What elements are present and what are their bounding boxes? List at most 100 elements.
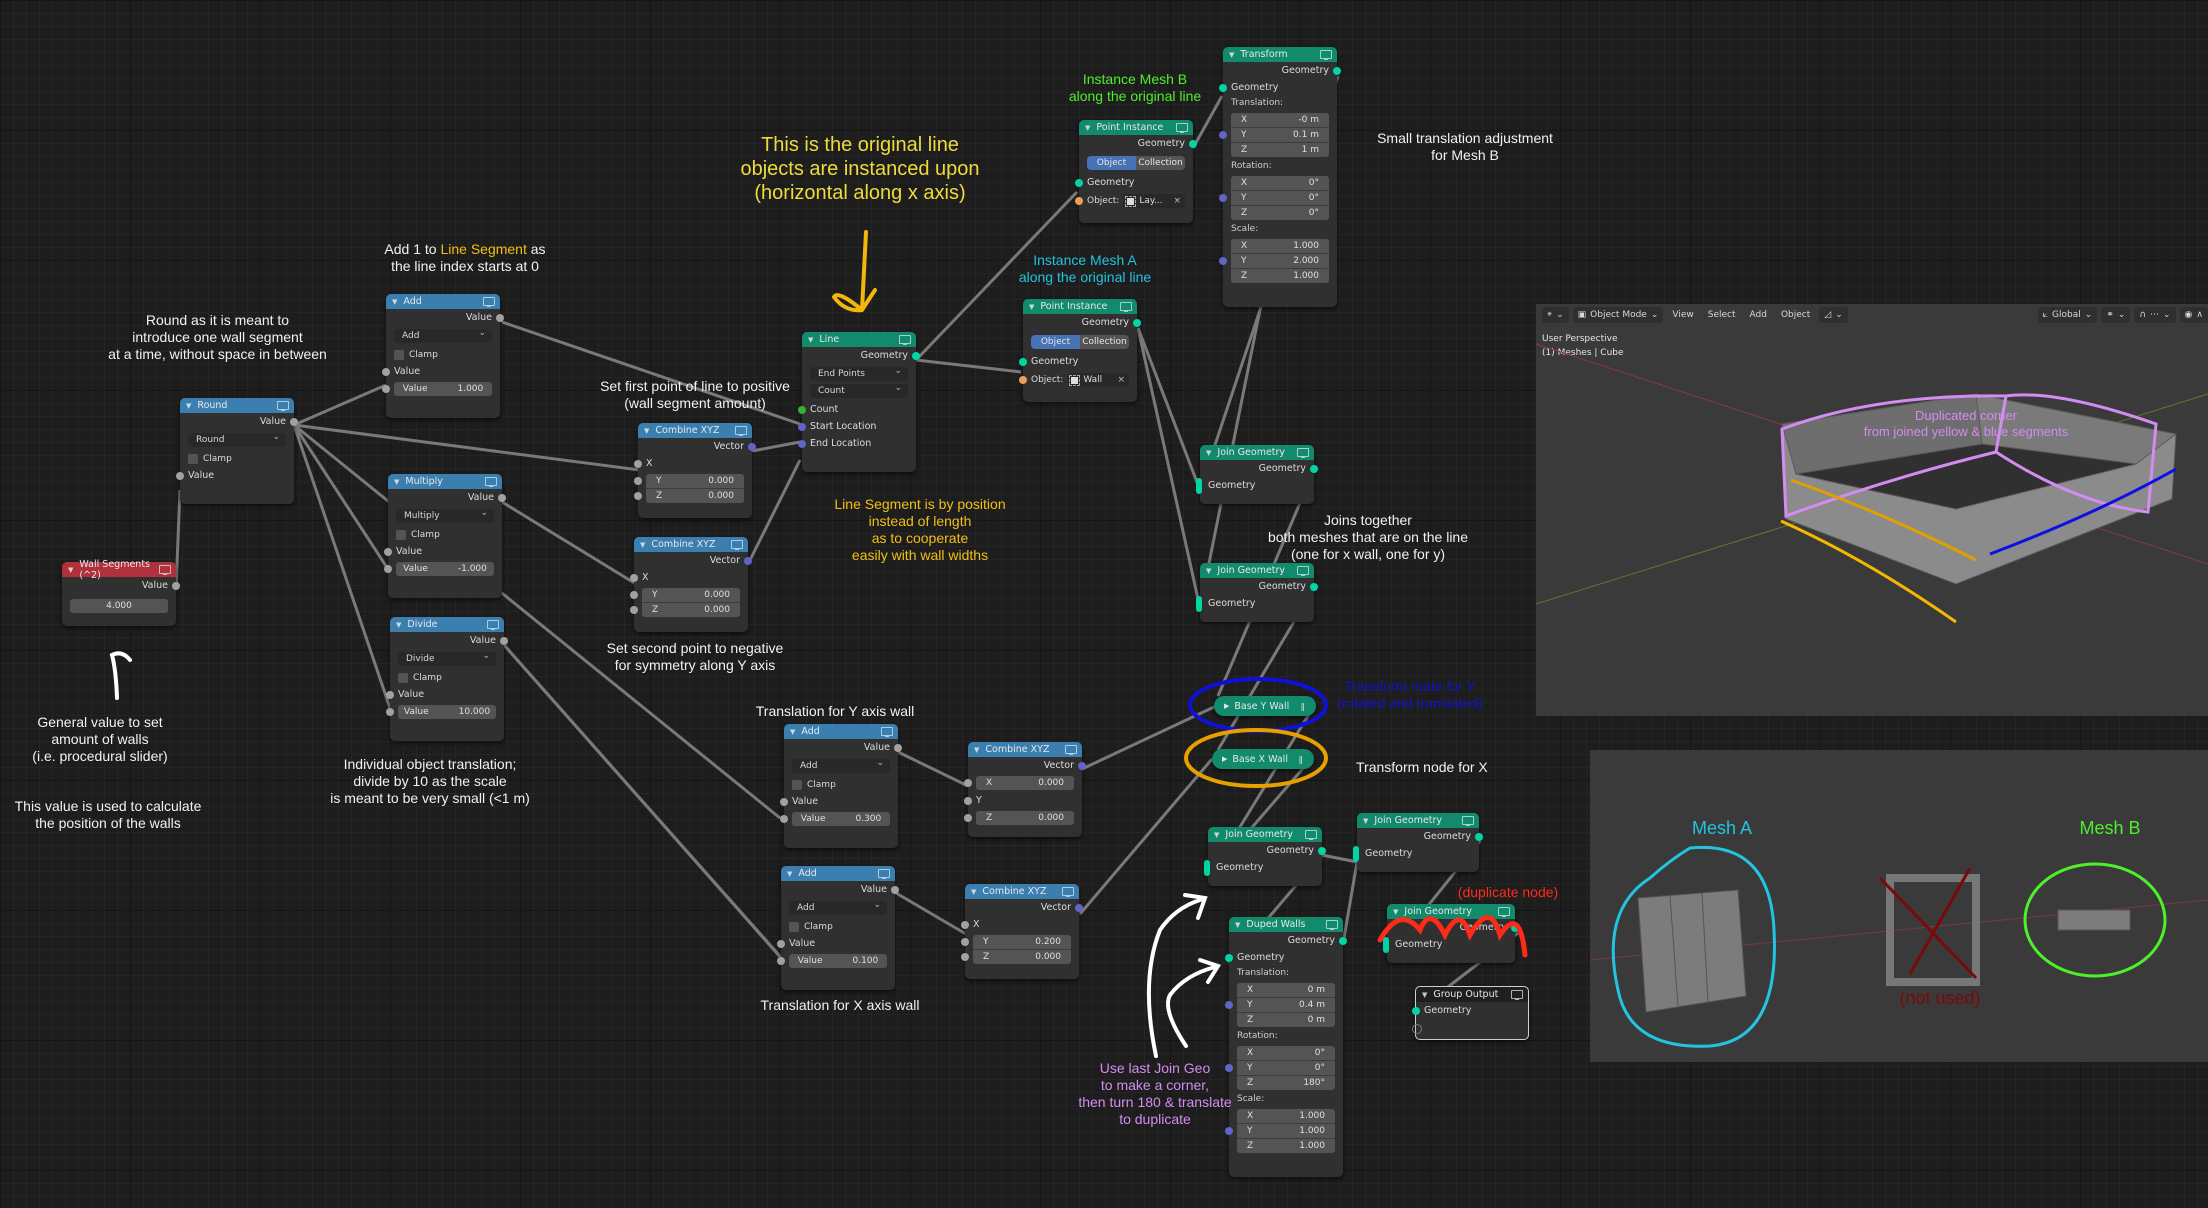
monitor-icon[interactable]	[735, 426, 747, 436]
object-tab[interactable]: Object	[1031, 335, 1080, 349]
collapse-triangle-icon[interactable]: ▼	[1422, 991, 1427, 999]
geometry-input-socket[interactable]	[1225, 953, 1233, 962]
viewport-3d-scene[interactable]: ⌖ ⌄ ▣ Object Mode ⌄ View Select Add Object …	[1536, 304, 2208, 716]
viewport-3d-meshes[interactable]: Mesh A Mesh B (not used)	[1590, 750, 2208, 1062]
monitor-icon[interactable]	[1498, 907, 1510, 917]
x-input-socket[interactable]	[964, 779, 972, 787]
clear-icon[interactable]: ×	[1173, 196, 1181, 206]
monitor-icon[interactable]	[1297, 566, 1309, 576]
y-input-socket[interactable]	[630, 591, 638, 599]
clamp-checkbox[interactable]: Clamp	[388, 526, 502, 543]
node-header[interactable]: ▼ Combine XYZ	[634, 537, 748, 552]
geometry-multi-input-socket[interactable]	[1353, 845, 1359, 862]
monitor-icon[interactable]	[1297, 448, 1309, 458]
operation-dropdown[interactable]: Round	[188, 432, 286, 447]
y-input-socket[interactable]	[961, 938, 969, 946]
x-input-socket[interactable]	[961, 920, 969, 929]
rotation-z[interactable]: Z 0°	[1231, 206, 1329, 220]
node-header[interactable]: ▼ Divide	[390, 617, 504, 632]
y-field[interactable]: Y 0.000	[634, 474, 744, 489]
monitor-icon[interactable]	[1320, 50, 1332, 60]
monitor-icon[interactable]	[1462, 816, 1474, 826]
clamp-checkbox[interactable]: Clamp	[784, 776, 898, 793]
value-input-socket[interactable]	[386, 708, 394, 716]
monitor-icon[interactable]	[485, 477, 497, 487]
rotation-y[interactable]: Y 0°	[1237, 1061, 1335, 1076]
value-output-socket[interactable]	[496, 313, 504, 322]
scale-fields[interactable]: X 1.000 Y 2.000 Z 1.000	[1219, 239, 1337, 283]
node-header[interactable]: ▼ Combine XYZ	[968, 742, 1082, 757]
node-add-y-translation[interactable]: ▼Add Value Add Clamp Value Value0.300	[780, 724, 902, 848]
clamp-checkbox[interactable]: Clamp	[386, 346, 500, 363]
value-field[interactable]: Value 0.100	[777, 954, 887, 968]
geometry-multi-input-socket[interactable]	[1204, 859, 1210, 876]
node-wall-segments[interactable]: ▼ Wall Segments (^2) Value 4.000	[62, 559, 180, 626]
geometry-multi-input-socket[interactable]	[1196, 477, 1202, 494]
x-input-socket[interactable]	[630, 573, 638, 582]
collection-tab[interactable]: Collection	[1080, 335, 1129, 349]
x-input-socket[interactable]	[634, 459, 642, 468]
scale-fields[interactable]: X 1.000 Y 1.000 Z 1.000	[1225, 1109, 1343, 1153]
collapse-triangle-icon[interactable]: ▼	[1393, 908, 1398, 916]
translation-input-socket[interactable]	[1219, 131, 1227, 139]
monitor-icon[interactable]	[1326, 920, 1338, 930]
collapse-triangle-icon[interactable]: ▼	[1206, 449, 1211, 457]
clamp-checkbox[interactable]: Clamp	[180, 450, 294, 467]
collapse-triangle-icon[interactable]: ▼	[396, 621, 401, 629]
monitor-icon[interactable]	[159, 565, 171, 575]
collapse-triangle-icon[interactable]: ▼	[1229, 51, 1234, 59]
geometry-input-socket[interactable]	[1075, 178, 1083, 187]
z-field[interactable]: Z 0.000	[634, 489, 744, 503]
z-field[interactable]: Z 0.000	[630, 603, 740, 617]
value-field[interactable]: Value 0.300	[780, 812, 890, 826]
value-output-socket[interactable]	[500, 636, 508, 645]
translation-input-socket[interactable]	[1225, 1001, 1233, 1009]
collapse-triangle-icon[interactable]: ▼	[1206, 567, 1211, 575]
node-combine-xyz-start[interactable]: ▼ Combine XYZ Vector X Y 0.000 Z 0.000	[634, 423, 756, 518]
translation-fields[interactable]: X -0 m Y 0.1 m Z1 m	[1219, 113, 1337, 157]
value-output-socket[interactable]	[290, 417, 298, 426]
value-field[interactable]: 4.000	[70, 599, 168, 613]
node-join-geometry-3[interactable]: ▼ Join Geometry Geometry Geometry	[1204, 827, 1326, 886]
node-point-instance-b[interactable]: ▼ Point Instance Geometry Object Collectio…	[1075, 120, 1197, 223]
node-header[interactable]: ▼ Join Geometry	[1387, 904, 1515, 919]
geometry-output-socket[interactable]	[1333, 66, 1341, 75]
node-header[interactable]: ▼ Duped Walls	[1229, 917, 1343, 932]
start-location-socket[interactable]	[798, 422, 806, 431]
node-join-geometry-4[interactable]: ▼ Join Geometry Geometry Geometry	[1353, 813, 1483, 872]
y-field[interactable]: Y 0.000	[630, 588, 740, 603]
value-field[interactable]: Value 10.000	[386, 705, 496, 719]
x-field[interactable]: X 0.000	[964, 776, 1074, 790]
node-round[interactable]: ▼Round Value Round Clamp Value	[176, 398, 298, 504]
monitor-icon[interactable]	[1305, 830, 1317, 840]
value-output-socket[interactable]	[891, 885, 899, 894]
clamp-checkbox[interactable]: Clamp	[390, 669, 504, 686]
collapse-triangle-icon[interactable]: ▼	[68, 566, 73, 574]
node-join-geometry-duplicate[interactable]: ▼ Join Geometry Geometry Geometry	[1383, 904, 1519, 963]
monitor-icon[interactable]	[1065, 745, 1077, 755]
node-header[interactable]: ▼ Add	[386, 294, 500, 309]
expand-triangle-icon[interactable]: ▶	[1224, 702, 1229, 710]
collapse-triangle-icon[interactable]: ▼	[1363, 817, 1368, 825]
value-output-socket[interactable]	[498, 493, 506, 502]
geometry-output-socket[interactable]	[1189, 139, 1197, 148]
node-header[interactable]: ▼ Point Instance	[1079, 120, 1193, 135]
value-input-socket[interactable]	[382, 367, 390, 376]
geometry-multi-input-socket[interactable]	[1196, 595, 1202, 612]
node-transform-mesh-b[interactable]: ▼ Transform Geometry Geometry Translation…	[1219, 47, 1341, 307]
collapse-triangle-icon[interactable]: ▼	[186, 402, 191, 410]
geometry-input-socket[interactable]	[1019, 357, 1027, 366]
node-header[interactable]: ▼ Join Geometry	[1200, 445, 1314, 460]
mode-dropdown[interactable]: End Points	[810, 366, 908, 381]
geometry-input-socket[interactable]	[1412, 1006, 1420, 1015]
geometry-output-socket[interactable]	[1310, 582, 1318, 591]
value-field[interactable]: Value -1.000	[384, 562, 494, 576]
node-header[interactable]: ▼ Round	[180, 398, 294, 413]
monitor-icon[interactable]	[487, 620, 499, 630]
monitor-icon[interactable]	[1120, 302, 1132, 312]
value-input-socket[interactable]	[777, 957, 785, 965]
operation-dropdown[interactable]: Add	[394, 328, 492, 343]
scale-z[interactable]: Z 1.000	[1231, 269, 1329, 283]
collapse-triangle-icon[interactable]: ▼	[1085, 124, 1090, 132]
geometry-output-socket[interactable]	[912, 351, 920, 360]
